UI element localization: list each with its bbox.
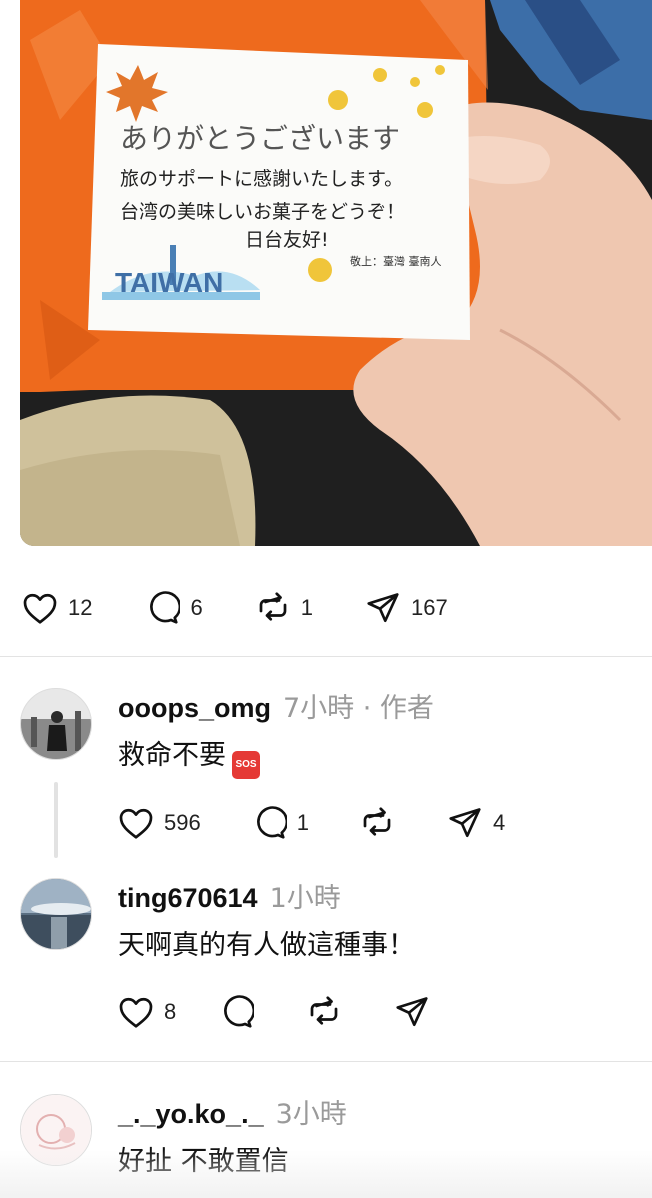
comment-button[interactable] xyxy=(216,992,256,1032)
comment-count: 1 xyxy=(296,810,309,835)
like-count: 596 xyxy=(164,810,201,835)
comment-actions: 8 xyxy=(116,992,432,1032)
share-count: 4 xyxy=(492,810,506,835)
like-button[interactable]: 12 xyxy=(20,588,92,628)
like-count: 8 xyxy=(164,999,177,1024)
comment-bubble-icon xyxy=(142,588,182,628)
comment-button[interactable]: 1 xyxy=(249,803,309,843)
repost-icon xyxy=(253,588,293,628)
heart-icon xyxy=(116,803,156,843)
comment-bubble-icon xyxy=(216,992,256,1032)
card-heading: ありがとうございます xyxy=(120,122,400,155)
repost-icon xyxy=(304,992,344,1032)
comment-bubble-icon xyxy=(249,803,289,843)
timestamp: 7小時 · 作者 xyxy=(283,693,434,724)
comment-header: ting670614 1小時 xyxy=(118,876,341,915)
comment-header: ooops_omg 7小時 · 作者 xyxy=(118,686,434,725)
send-icon xyxy=(392,992,432,1032)
comment-text: 救命不要 SOS xyxy=(118,733,260,779)
thread-line xyxy=(54,782,58,858)
card-signature: 敬上：臺灣 臺南人 xyxy=(350,254,442,268)
share-button[interactable]: 167 xyxy=(363,588,448,628)
photo-illustration: ありがとうございます 旅のサポートに感謝いたします。 台湾の美味しいお菓子をどう… xyxy=(20,0,652,546)
repost-button[interactable] xyxy=(357,803,397,843)
comment-actions: 596 1 4 xyxy=(116,803,505,843)
avatar[interactable] xyxy=(20,878,92,950)
comment-text: 天啊真的有人做這種事！ xyxy=(118,930,415,961)
comment-button[interactable]: 6 xyxy=(142,588,203,628)
share-button[interactable]: 4 xyxy=(445,803,505,843)
comment-header: _._yo.ko_._ 3小時 xyxy=(118,1092,347,1131)
username[interactable]: ooops_omg xyxy=(118,693,271,724)
like-button[interactable]: 596 xyxy=(116,803,201,843)
comment-count: 6 xyxy=(190,595,203,620)
timestamp: 1小時 xyxy=(269,883,341,914)
sos-icon: SOS xyxy=(232,751,260,779)
card-line-3: 日台友好! xyxy=(245,229,329,251)
bottom-fade xyxy=(0,1150,652,1198)
post-actions: 12 6 1 167 xyxy=(20,588,448,628)
share-button[interactable] xyxy=(392,992,432,1032)
card-line-1: 旅のサポートに感謝いたします。 xyxy=(120,168,403,190)
card-line-2: 台湾の美味しいお菓子をどうぞ！ xyxy=(120,201,405,223)
timestamp: 3小時 xyxy=(275,1099,347,1130)
repost-button[interactable]: 1 xyxy=(253,588,313,628)
repost-button[interactable] xyxy=(304,992,344,1032)
username[interactable]: ting670614 xyxy=(118,883,258,914)
share-count: 167 xyxy=(410,595,448,620)
divider xyxy=(0,656,652,657)
comment-body: 救命不要 xyxy=(118,740,226,771)
repost-icon xyxy=(357,803,397,843)
avatar-photo xyxy=(21,689,91,759)
post-photo[interactable]: ありがとうございます 旅のサポートに感謝いたします。 台湾の美味しいお菓子をどう… xyxy=(20,0,652,546)
like-button[interactable]: 8 xyxy=(116,992,176,1032)
send-icon xyxy=(445,803,485,843)
divider xyxy=(0,1061,652,1062)
send-icon xyxy=(363,588,403,628)
username[interactable]: _._yo.ko_._ xyxy=(118,1099,264,1130)
like-count: 12 xyxy=(68,595,93,620)
heart-icon xyxy=(116,992,156,1032)
repost-count: 1 xyxy=(300,595,313,620)
avatar-photo xyxy=(21,879,91,949)
card-logo: TAIWAN xyxy=(115,267,223,298)
avatar[interactable] xyxy=(20,688,92,760)
heart-icon xyxy=(20,588,60,628)
